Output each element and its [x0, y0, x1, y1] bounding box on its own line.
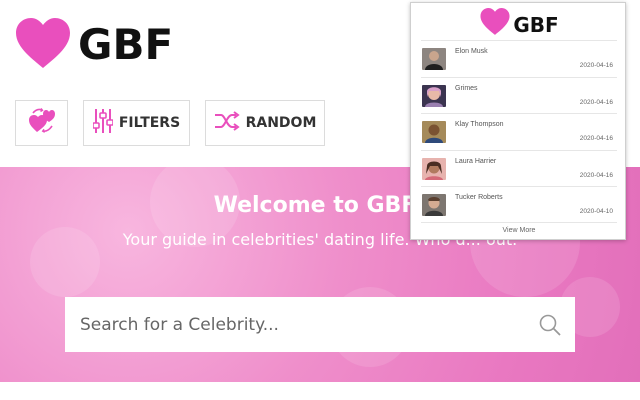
entry-date: 2020-04-16	[579, 171, 613, 179]
celebrity-list: Elon Musk 2020-04-16 Grimes 2020-04-16 K…	[421, 40, 617, 223]
hearts-swap-icon	[28, 107, 56, 139]
extension-popup: GBF Elon Musk 2020-04-16 Grimes 2020-04-…	[410, 2, 626, 240]
entry-date: 2020-04-10	[579, 208, 613, 215]
avatar	[422, 84, 446, 107]
heart-logo-icon	[479, 8, 511, 41]
avatar	[422, 194, 446, 216]
popup-logo-text: GBF	[513, 12, 559, 37]
entry-date: 2020-04-16	[579, 135, 613, 142]
view-more-link[interactable]: View More	[411, 227, 627, 234]
list-item[interactable]: Klay Thompson 2020-04-16	[421, 113, 617, 150]
entry-date: 2020-04-16	[579, 98, 613, 106]
divider	[421, 222, 617, 223]
heart-logo-icon	[14, 18, 72, 70]
search-bar	[65, 297, 575, 352]
sliders-icon	[92, 108, 114, 139]
celebrity-name: Laura Harrier	[455, 157, 497, 165]
list-item[interactable]: Laura Harrier 2020-04-16	[421, 149, 617, 187]
search-icon[interactable]	[539, 314, 561, 341]
avatar	[422, 48, 446, 70]
random-button[interactable]: RANDOM	[205, 100, 325, 146]
list-item[interactable]: Grimes 2020-04-16	[421, 76, 617, 114]
app-logo[interactable]: GBF	[14, 18, 173, 70]
logo-text: GBF	[78, 19, 174, 69]
avatar	[422, 157, 446, 180]
list-item[interactable]: Tucker Roberts 2020-04-10	[421, 186, 617, 223]
celebrity-name: Klay Thompson	[455, 121, 504, 128]
celebrity-name: Tucker Roberts	[455, 194, 503, 201]
avatar	[422, 121, 446, 143]
popup-logo: GBF	[411, 8, 627, 41]
list-item[interactable]: Elon Musk 2020-04-16	[421, 40, 617, 77]
filters-button[interactable]: FILTERS	[83, 100, 190, 146]
celebrity-name: Elon Musk	[455, 48, 488, 55]
page: GBF FILTERS RANDOM Welcome to GBF! Your …	[0, 0, 640, 400]
filters-label: FILTERS	[118, 115, 181, 131]
match-button[interactable]	[15, 100, 68, 146]
random-label: RANDOM	[245, 115, 317, 131]
entry-date: 2020-04-16	[579, 62, 613, 69]
search-input[interactable]	[80, 314, 520, 335]
celebrity-name: Grimes	[455, 84, 478, 92]
shuffle-icon	[214, 110, 240, 136]
